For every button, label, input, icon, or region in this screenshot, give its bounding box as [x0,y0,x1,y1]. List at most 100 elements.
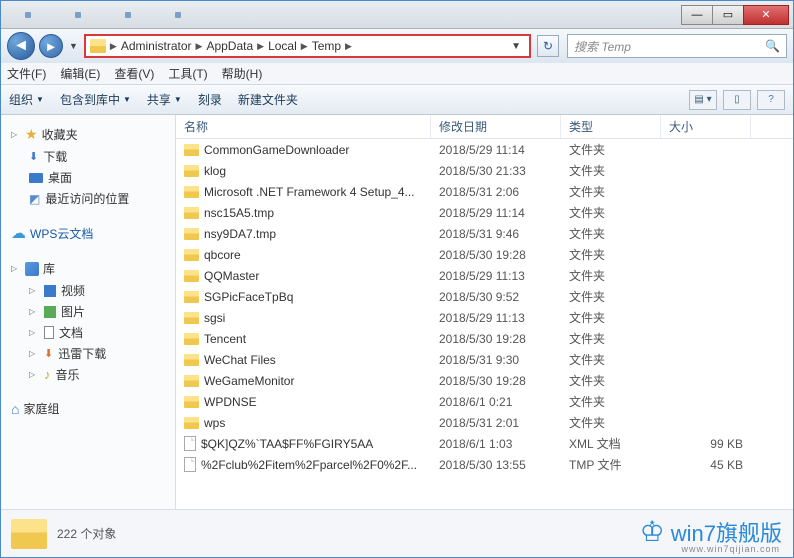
share-button[interactable]: 共享 ▼ [147,91,182,108]
file-row[interactable]: WPDNSE2018/6/1 0:21文件夹 [176,391,793,412]
file-name: $QK]QZ%`TAA$FF%FGIRY5AA [201,437,373,451]
folder-icon [184,417,199,429]
file-date: 2018/6/1 0:21 [431,395,561,409]
column-type[interactable]: 类型 [561,115,661,138]
include-library-button[interactable]: 包含到库中 ▼ [60,91,131,108]
sidebar-library[interactable]: ▷库 [5,257,171,280]
file-row[interactable]: wps2018/5/31 2:01文件夹 [176,412,793,433]
close-button[interactable]: ✕ [743,5,789,25]
chevron-right-icon[interactable]: ▶ [196,41,203,52]
file-row[interactable]: sgsi2018/5/29 11:13文件夹 [176,307,793,328]
file-row[interactable]: Tencent2018/5/30 19:28文件夹 [176,328,793,349]
file-row[interactable]: nsy9DA7.tmp2018/5/31 9:46文件夹 [176,223,793,244]
folder-icon [184,333,199,345]
file-name: WeChat Files [204,353,276,367]
column-name[interactable]: 名称 [176,115,431,138]
sidebar-recent[interactable]: ◩最近访问的位置 [5,188,171,209]
column-size[interactable]: 大小 [661,115,751,138]
document-icon [44,326,54,339]
menu-tools[interactable]: 工具(T) [168,65,207,82]
file-row[interactable]: QQMaster2018/5/29 11:13文件夹 [176,265,793,286]
file-name: wps [204,416,225,430]
statusbar: 222 个对象 [1,509,793,557]
sidebar-desktop[interactable]: 桌面 [5,167,171,188]
file-row[interactable]: %2Fclub%2Fitem%2Fparcel%2F0%2F... 2018/5/… [176,454,793,475]
file-row[interactable]: nsc15A5.tmp2018/5/29 11:14文件夹 [176,202,793,223]
sidebar-downloads[interactable]: ⬇下载 [5,146,171,167]
sidebar-documents[interactable]: ▷文档 [5,322,171,343]
file-type: 文件夹 [561,393,661,410]
menu-file[interactable]: 文件(F) [7,65,46,82]
sidebar: ▷★收藏夹 ⬇下载 桌面 ◩最近访问的位置 ☁WPS云文档 ▷库 ▷视频 ▷图片… [1,115,176,509]
file-name: SGPicFaceTpBq [204,290,293,304]
breadcrumb-segment[interactable]: Local [264,39,301,53]
file-name: QQMaster [204,269,259,283]
xunlei-icon: ⬇ [44,347,53,360]
file-name: %2Fclub%2Fitem%2Fparcel%2F0%2F... [201,458,417,472]
folder-icon [184,354,199,366]
library-icon [25,262,39,276]
menu-edit[interactable]: 编辑(E) [60,65,100,82]
folder-icon [184,165,199,177]
view-options-button[interactable]: ▤ ▾ [689,90,717,110]
chevron-right-icon[interactable]: ▶ [110,41,117,52]
sidebar-xunlei[interactable]: ▷⬇迅雷下载 [5,343,171,364]
folder-icon [184,396,199,408]
file-row[interactable]: Microsoft .NET Framework 4 Setup_4... 201… [176,181,793,202]
chevron-right-icon[interactable]: ▶ [301,41,308,52]
new-folder-button[interactable]: 新建文件夹 [238,91,298,108]
file-name: Microsoft .NET Framework 4 Setup_4... [204,185,415,199]
folder-icon [90,39,106,53]
body: ▷★收藏夹 ⬇下载 桌面 ◩最近访问的位置 ☁WPS云文档 ▷库 ▷视频 ▷图片… [1,115,793,509]
sidebar-homegroup[interactable]: ⌂家庭组 [5,397,171,420]
file-row[interactable]: klog2018/5/30 21:33文件夹 [176,160,793,181]
refresh-button[interactable]: ↻ [537,35,559,57]
file-date: 2018/5/30 13:55 [431,458,561,472]
file-date: 2018/5/30 21:33 [431,164,561,178]
column-date[interactable]: 修改日期 [431,115,561,138]
file-list[interactable]: 名称 修改日期 类型 大小 CommonGameDownloader2018/5… [176,115,793,509]
chevron-right-icon[interactable]: ▶ [345,41,352,52]
back-button[interactable]: ◄ [7,32,35,60]
sidebar-wps[interactable]: ☁WPS云文档 [5,221,171,245]
file-row[interactable]: CommonGameDownloader2018/5/29 11:14文件夹 [176,139,793,160]
file-row[interactable]: WeChat Files2018/5/31 9:30文件夹 [176,349,793,370]
file-row[interactable]: $QK]QZ%`TAA$FF%FGIRY5AA2018/6/1 1:03XML … [176,433,793,454]
help-button[interactable]: ? [757,90,785,110]
titlebar[interactable]: — ▭ ✕ [1,1,793,29]
folder-icon [11,519,47,549]
file-row[interactable]: SGPicFaceTpBq2018/5/30 9:52文件夹 [176,286,793,307]
file-name: CommonGameDownloader [204,143,349,157]
picture-icon [44,306,56,318]
menu-help[interactable]: 帮助(H) [222,65,263,82]
sidebar-video[interactable]: ▷视频 [5,280,171,301]
menu-view[interactable]: 查看(V) [114,65,154,82]
minimize-button[interactable]: — [681,5,713,25]
file-name: Tencent [204,332,246,346]
sidebar-pictures[interactable]: ▷图片 [5,301,171,322]
video-icon [44,285,56,297]
address-bar[interactable]: ▶ Administrator ▶ AppData ▶ Local ▶ Temp… [84,34,531,58]
breadcrumb-segment[interactable]: Administrator [117,39,196,53]
address-dropdown[interactable]: ▼ [507,41,525,52]
breadcrumb-segment[interactable]: Temp [308,39,345,53]
organize-button[interactable]: 组织 ▼ [9,91,44,108]
file-date: 2018/6/1 1:03 [431,437,561,451]
file-type: 文件夹 [561,141,661,158]
preview-pane-button[interactable]: ▯ [723,90,751,110]
maximize-button[interactable]: ▭ [712,5,744,25]
forward-button[interactable]: ► [39,34,63,58]
search-input[interactable]: 搜索 Temp 🔍 [567,34,787,58]
file-row[interactable]: qbcore2018/5/30 19:28文件夹 [176,244,793,265]
sidebar-favorites[interactable]: ▷★收藏夹 [5,123,171,146]
search-icon: 🔍 [765,39,780,53]
file-row[interactable]: WeGameMonitor2018/5/30 19:28文件夹 [176,370,793,391]
chevron-right-icon[interactable]: ▶ [257,41,264,52]
file-type: 文件夹 [561,414,661,431]
history-dropdown[interactable]: ▼ [67,41,80,51]
file-date: 2018/5/31 2:06 [431,185,561,199]
breadcrumb-segment[interactable]: AppData [202,39,257,53]
file-name: nsy9DA7.tmp [204,227,276,241]
burn-button[interactable]: 刻录 [198,91,222,108]
sidebar-music[interactable]: ▷♪音乐 [5,364,171,385]
